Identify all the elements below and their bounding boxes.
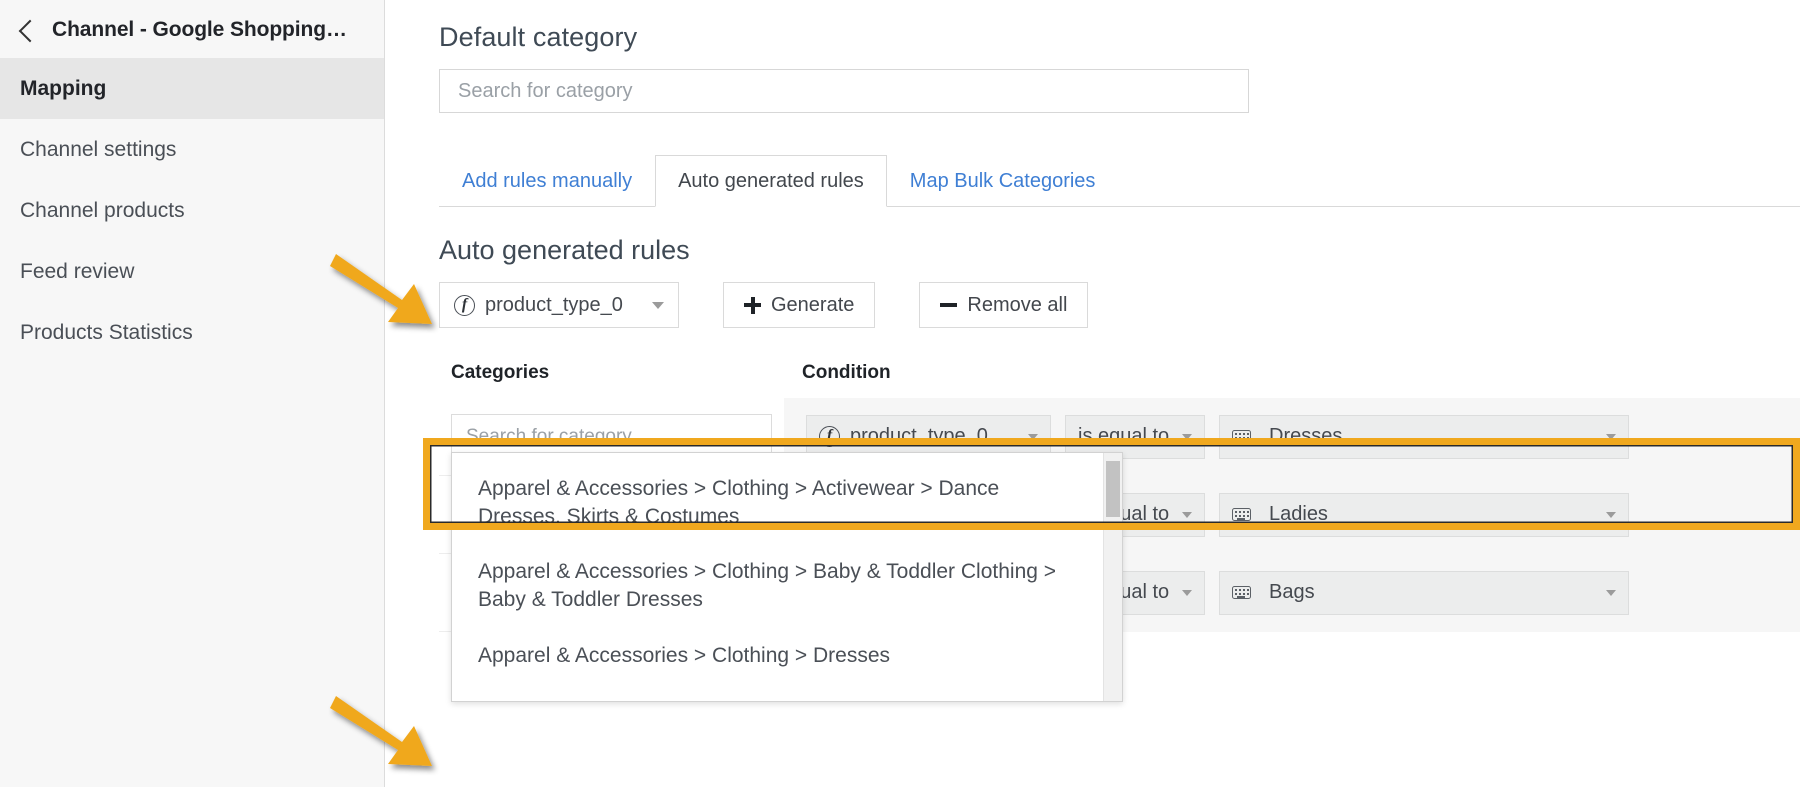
rule-operator-value: is equal to [1078, 425, 1169, 448]
keyboard-icon [1232, 586, 1251, 599]
sidebar-item-channel-settings[interactable]: Channel settings [0, 119, 384, 180]
autocomplete-list: Apparel & Accessories > Clothing > Activ… [452, 453, 1103, 701]
sidebar-header[interactable]: Channel - Google Shopping… [0, 0, 384, 58]
keyboard-icon [1232, 430, 1251, 443]
list-item[interactable]: Apparel & Accessories > Clothing > Dress… [452, 628, 1103, 684]
generate-button[interactable]: Generate [723, 282, 875, 328]
remove-all-button-label: Remove all [967, 294, 1067, 317]
sidebar-item-label: Mapping [20, 77, 106, 100]
sidebar-item-products-statistics[interactable]: Products Statistics [0, 302, 384, 363]
remove-all-button[interactable]: Remove all [919, 282, 1088, 328]
function-icon: f [819, 426, 840, 447]
sidebar-item-label: Channel products [20, 199, 185, 222]
rules-table-header: Categories Condition [439, 362, 1800, 398]
tabs-bar: Add rules manually Auto generated rules … [439, 155, 1800, 207]
sidebar-item-feed-review[interactable]: Feed review [0, 241, 384, 302]
tab-label: Add rules manually [462, 170, 632, 193]
list-item[interactable]: Apparel & Accessories > Clothing > Baby … [452, 544, 1103, 627]
sidebar-header-title: Channel - Google Shopping… [52, 18, 347, 42]
generate-button-label: Generate [771, 294, 854, 317]
tab-map-bulk-categories[interactable]: Map Bulk Categories [887, 155, 1119, 207]
chevron-down-icon [1182, 590, 1192, 596]
tab-auto-generated-rules[interactable]: Auto generated rules [655, 155, 887, 207]
list-item[interactable]: Apparel & Accessories > Clothing > Activ… [452, 461, 1103, 544]
rule-value-select[interactable]: Ladies [1219, 493, 1629, 537]
category-autocomplete-dropdown: Apparel & Accessories > Clothing > Activ… [451, 452, 1123, 702]
scrollbar-thumb[interactable] [1106, 461, 1120, 517]
chevron-down-icon [1182, 512, 1192, 518]
chevron-down-icon [1028, 434, 1038, 440]
rule-value-select[interactable]: Bags [1219, 571, 1629, 615]
chevron-down-icon [1606, 512, 1616, 518]
rule-value-text: Ladies [1269, 503, 1328, 526]
tab-add-rules-manually[interactable]: Add rules manually [439, 155, 655, 207]
sidebar-item-channel-products[interactable]: Channel products [0, 180, 384, 241]
sidebar: Channel - Google Shopping… Mapping Chann… [0, 0, 385, 787]
chevron-down-icon [652, 302, 664, 309]
attribute-select-value: product_type_0 [485, 294, 623, 317]
attribute-select[interactable]: f product_type_0 [439, 282, 679, 328]
default-category-title: Default category [439, 22, 1800, 53]
rule-value-select[interactable]: Dresses [1219, 415, 1629, 459]
app-root: Channel - Google Shopping… Mapping Chann… [0, 0, 1800, 787]
tab-label: Map Bulk Categories [910, 170, 1096, 193]
rule-value-text: Bags [1269, 581, 1315, 604]
chevron-down-icon [1182, 434, 1192, 440]
back-chevron-icon[interactable] [19, 19, 42, 42]
chevron-down-icon [1606, 434, 1616, 440]
rule-value-text: Dresses [1269, 425, 1342, 448]
column-header-categories: Categories [439, 362, 796, 384]
sidebar-item-mapping[interactable]: Mapping [0, 58, 384, 119]
keyboard-icon [1232, 508, 1251, 521]
autocomplete-scrollbar[interactable] [1103, 453, 1122, 701]
plus-icon [744, 297, 761, 314]
default-category-search-input[interactable] [439, 69, 1249, 113]
sidebar-item-label: Feed review [20, 260, 134, 283]
function-icon: f [454, 295, 475, 316]
minus-icon [940, 297, 957, 314]
column-header-condition: Condition [796, 362, 891, 384]
rule-field-value: product_type_0 [850, 425, 988, 448]
auto-generated-rules-title: Auto generated rules [439, 235, 1800, 266]
auto-rules-toolbar: f product_type_0 Generate Remove all [439, 282, 1800, 328]
main-content: Default category Add rules manually Auto… [385, 0, 1800, 787]
sidebar-item-label: Products Statistics [20, 321, 193, 344]
sidebar-item-label: Channel settings [20, 138, 176, 161]
rules-table: Categories Condition f product_type_0 [439, 362, 1800, 632]
chevron-down-icon [1606, 590, 1616, 596]
tab-label: Auto generated rules [678, 170, 864, 193]
